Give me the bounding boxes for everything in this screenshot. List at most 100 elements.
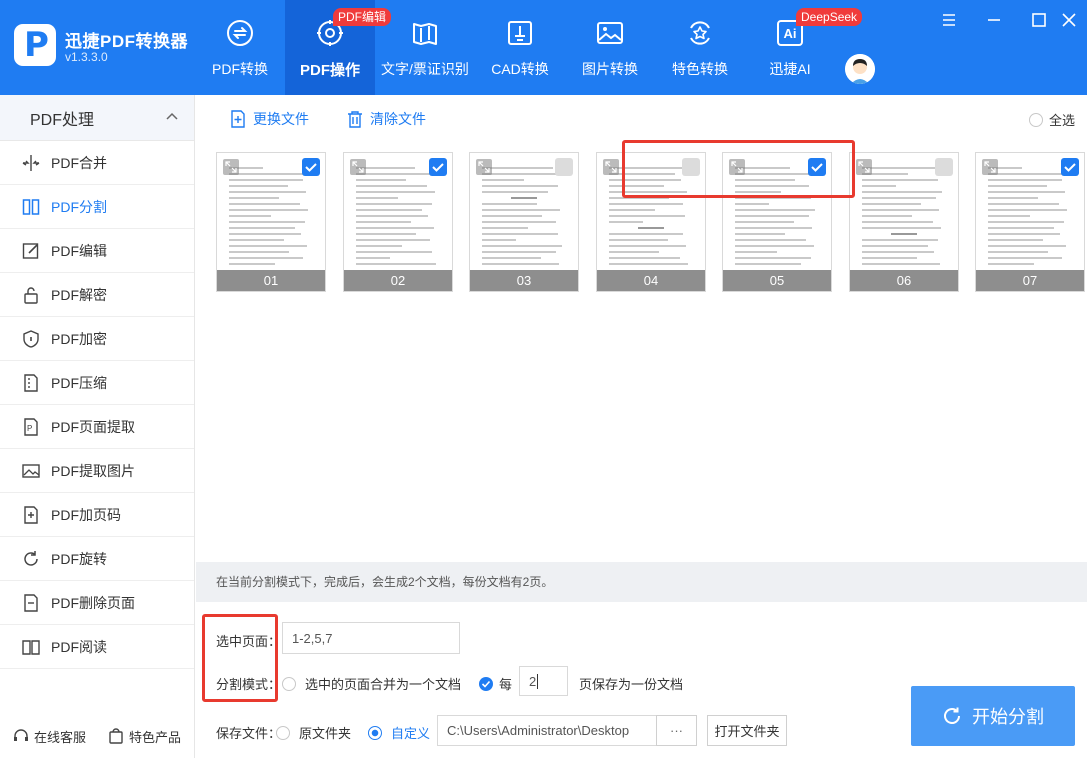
preview-text-line [356, 203, 432, 205]
page-thumbnail[interactable]: 03 [469, 152, 579, 292]
nav-tab-label: 文字/票证识别 [381, 61, 469, 77]
sidebar-item-image-extract[interactable]: PDF提取图片 [0, 449, 194, 493]
preview-text-line [482, 185, 558, 187]
page-thumbnail[interactable]: 04 [596, 152, 706, 292]
preview-text-line [229, 257, 303, 259]
nav-tab-cad[interactable]: CAD转换 [475, 0, 565, 95]
sidebar-item-delete-page[interactable]: PDF删除页面 [0, 581, 194, 625]
sidebar-item-decrypt[interactable]: PDF解密 [0, 273, 194, 317]
sidebar-item-rotate[interactable]: PDF旋转 [0, 537, 194, 581]
file-toolbar: 更换文件 清除文件 全选 [196, 95, 1087, 141]
nav-tab-pdf-convert[interactable]: PDF转换 [195, 0, 285, 95]
preview-text-line [229, 245, 308, 247]
user-avatar[interactable] [845, 54, 875, 84]
save-original-label: 原文件夹 [299, 726, 352, 741]
expand-icon[interactable] [603, 159, 619, 175]
preview-text-line [482, 257, 541, 259]
sidebar-item-page-number[interactable]: PDF加页码 [0, 493, 194, 537]
save-path-value: C:\Users\Administrator\Desktop [447, 723, 630, 738]
select-all-radio[interactable]: 全选 [1028, 110, 1075, 129]
preview-text-line [988, 173, 1068, 175]
check-icon [1064, 163, 1076, 172]
expand-icon[interactable] [223, 159, 239, 175]
preview-text-line [735, 185, 809, 187]
page-thumbnail[interactable]: 05 [722, 152, 832, 292]
clear-file-button[interactable]: 清除文件 [346, 109, 426, 129]
save-original-radio[interactable]: 原文件夹 [276, 723, 351, 742]
online-service-button[interactable]: 在线客服 [13, 727, 86, 746]
start-split-label: 开始分割 [972, 707, 1044, 727]
preview-text-line [482, 221, 556, 223]
ai-icon-text: Ai [784, 26, 797, 41]
preview-text-line [356, 239, 430, 241]
page-thumbnail[interactable]: 02 [343, 152, 453, 292]
expand-icon[interactable] [350, 159, 366, 175]
preview-text-line [862, 197, 936, 199]
selected-pages-value: 1-2,5,7 [292, 630, 333, 646]
sidebar-item-split[interactable]: PDF分割 [0, 185, 194, 229]
close-icon[interactable] [1061, 12, 1077, 28]
preview-text-line [229, 179, 303, 181]
page-checkbox[interactable] [935, 158, 953, 176]
page-thumbnail[interactable]: 07 [975, 152, 1085, 292]
page-checkbox[interactable] [808, 158, 826, 176]
browse-button[interactable]: ··· [656, 715, 697, 746]
preview-text-line [862, 185, 896, 187]
page-checkbox[interactable] [682, 158, 700, 176]
expand-icon[interactable] [856, 159, 872, 175]
preview-text-line [229, 209, 308, 211]
save-path-input[interactable]: C:\Users\Administrator\Desktop [437, 715, 657, 746]
mode-every-radio[interactable]: 每 [479, 674, 512, 693]
nav-tab-ocr[interactable]: 文字/票证识别 [375, 0, 475, 95]
minimize-icon[interactable] [986, 12, 1002, 28]
sidebar-item-encrypt[interactable]: PDF加密 [0, 317, 194, 361]
deepseek-badge: DeepSeek [796, 8, 863, 26]
selected-pages-input[interactable]: 1-2,5,7 [282, 622, 460, 654]
save-custom-label: 自定义 [391, 726, 431, 741]
avatar-icon [845, 54, 875, 84]
preview-text-line [862, 257, 917, 259]
start-split-button[interactable]: 开始分割 [911, 686, 1075, 746]
radio-circle [282, 676, 296, 691]
preview-text-line [735, 245, 814, 247]
page-checkbox[interactable] [1061, 158, 1079, 176]
nav-tab-label: 图片转换 [582, 61, 638, 77]
sidebar-section-header[interactable]: PDF处理 [0, 95, 194, 141]
chevron-up-icon [166, 112, 178, 120]
compress-icon [24, 373, 38, 392]
preview-text-line [988, 227, 1054, 229]
preview-text-line [482, 239, 516, 241]
preview-text-line [356, 209, 422, 211]
expand-icon[interactable] [476, 159, 492, 175]
preview-text-line [862, 179, 938, 181]
pages-per-doc-input[interactable]: 2 [519, 666, 568, 696]
expand-icon[interactable] [982, 159, 998, 175]
mode-every-suffix: 页保存为一份文档 [579, 677, 684, 692]
featured-products-button[interactable]: 特色产品 [108, 727, 181, 746]
sidebar-item-page-extract[interactable]: P PDF页面提取 [0, 405, 194, 449]
page-checkbox[interactable] [429, 158, 447, 176]
menu-icon[interactable] [941, 12, 957, 28]
nav-tab-image[interactable]: 图片转换 [565, 0, 655, 95]
preview-text-line [609, 215, 685, 217]
save-custom-radio[interactable]: 自定义 [368, 723, 430, 742]
preview-text-line [988, 239, 1043, 241]
expand-icon[interactable] [729, 159, 745, 175]
sidebar-item-edit[interactable]: PDF编辑 [0, 229, 194, 273]
mode-merge-radio[interactable]: 选中的页面合并为一个文档 [282, 674, 461, 693]
preview-text-line [609, 233, 683, 235]
page-thumbnail[interactable]: 06 [849, 152, 959, 292]
replace-file-button[interactable]: 更换文件 [229, 109, 309, 129]
preview-text-line [988, 215, 1030, 217]
nav-tab-special[interactable]: 特色转换 [655, 0, 745, 95]
open-folder-button[interactable]: 打开文件夹 [707, 715, 787, 746]
sidebar-item-read[interactable]: PDF阅读 [0, 625, 194, 669]
app-version: v1.3.3.0 [65, 50, 108, 64]
sidebar-item-merge[interactable]: PDF合并 [0, 141, 194, 185]
page-thumbnail[interactable]: 01 [216, 152, 326, 292]
page-number-icon [24, 505, 38, 524]
page-checkbox[interactable] [555, 158, 573, 176]
maximize-icon[interactable] [1031, 12, 1047, 28]
page-checkbox[interactable] [302, 158, 320, 176]
sidebar-item-compress[interactable]: PDF压缩 [0, 361, 194, 405]
